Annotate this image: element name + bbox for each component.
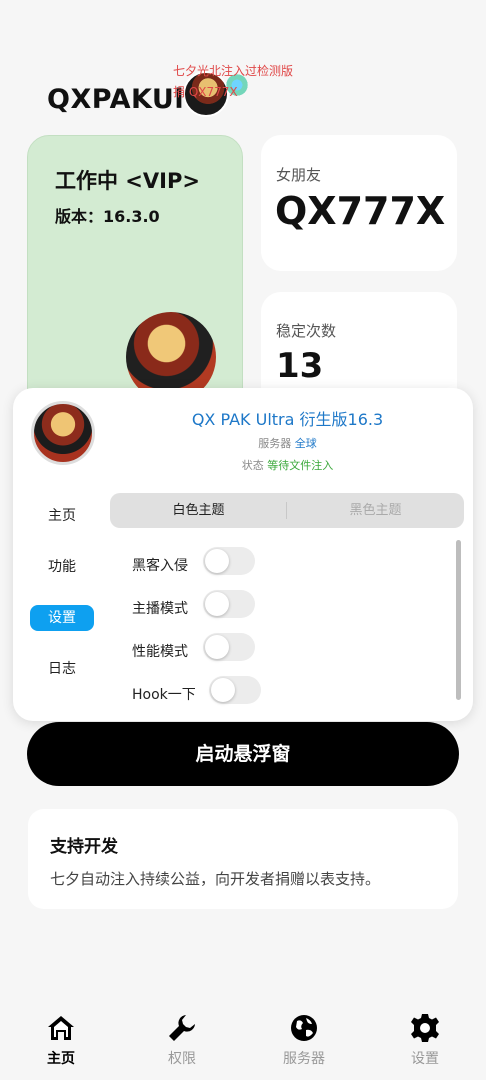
status-value: 等待文件注入 — [267, 459, 334, 472]
toggle-hack[interactable] — [203, 547, 255, 575]
side-item-features[interactable]: 功能 — [30, 554, 94, 580]
toggle-knob — [205, 635, 229, 659]
server-label: 服务器 — [258, 437, 292, 450]
nav-settings[interactable]: 设置 — [385, 1012, 465, 1068]
nav-settings-label: 设置 — [411, 1051, 439, 1067]
nav-permissions[interactable]: 权限 — [142, 1012, 222, 1068]
side-item-logs[interactable]: 日志 — [30, 656, 94, 682]
toggle-performance[interactable] — [203, 633, 255, 661]
floating-window-avatar — [31, 401, 95, 465]
stable-count-value: 13 — [276, 346, 324, 386]
nav-permissions-label: 权限 — [168, 1051, 196, 1067]
nav-server[interactable]: 服务器 — [264, 1012, 344, 1068]
wrench-icon — [169, 1015, 195, 1041]
toggle-hook[interactable] — [209, 676, 261, 704]
watermark-line-2: 捐 QX777X — [173, 85, 238, 99]
tab-dark-theme[interactable]: 黑色主题 — [287, 493, 464, 528]
launch-floating-window-button[interactable]: 启动悬浮窗 — [27, 722, 459, 786]
scrollbar[interactable] — [456, 540, 461, 700]
gear-icon — [411, 1014, 439, 1042]
toggle-knob — [205, 592, 229, 616]
toggle-knob — [205, 549, 229, 573]
status-info: 状态 等待文件注入 — [150, 457, 425, 473]
version-label: 版本：16.3.0 — [55, 207, 160, 226]
side-item-settings[interactable]: 设置 — [30, 605, 94, 631]
globe-icon — [291, 1015, 317, 1041]
girlfriend-value: QX777X — [275, 189, 446, 233]
side-item-home[interactable]: 主页 — [30, 503, 94, 529]
toggle-knob — [211, 678, 235, 702]
watermark-line-1: 七夕光北注入过检测版 — [173, 64, 294, 78]
server-value: 全球 — [294, 437, 317, 450]
option-label-hack: 黑客入侵 — [132, 558, 188, 574]
nav-home[interactable]: 主页 — [21, 1012, 101, 1068]
server-info: 服务器 全球 — [150, 435, 425, 451]
girlfriend-label: 女朋友 — [276, 166, 322, 184]
option-label-hook: Hook一下 — [132, 687, 196, 703]
support-text: 七夕自动注入持续公益，向开发者捐赠以表支持。 — [50, 870, 381, 888]
stable-count-label: 稳定次数 — [276, 322, 337, 340]
tab-white-theme[interactable]: 白色主题 — [110, 493, 287, 528]
nav-home-label: 主页 — [47, 1051, 75, 1067]
support-card — [28, 809, 458, 909]
status-label: 状态 — [241, 459, 264, 472]
home-icon — [48, 1016, 74, 1040]
option-label-performance: 性能模式 — [132, 644, 188, 660]
status-title: 工作中 <VIP> — [55, 169, 200, 193]
nav-server-label: 服务器 — [283, 1051, 325, 1067]
support-title: 支持开发 — [50, 837, 118, 857]
theme-tabs: 白色主题 黑色主题 — [110, 493, 464, 528]
toggle-streamer[interactable] — [203, 590, 255, 618]
option-label-streamer: 主播模式 — [132, 601, 188, 617]
floating-window-title: QX PAK Ultra 衍生版16.3 — [191, 410, 384, 429]
